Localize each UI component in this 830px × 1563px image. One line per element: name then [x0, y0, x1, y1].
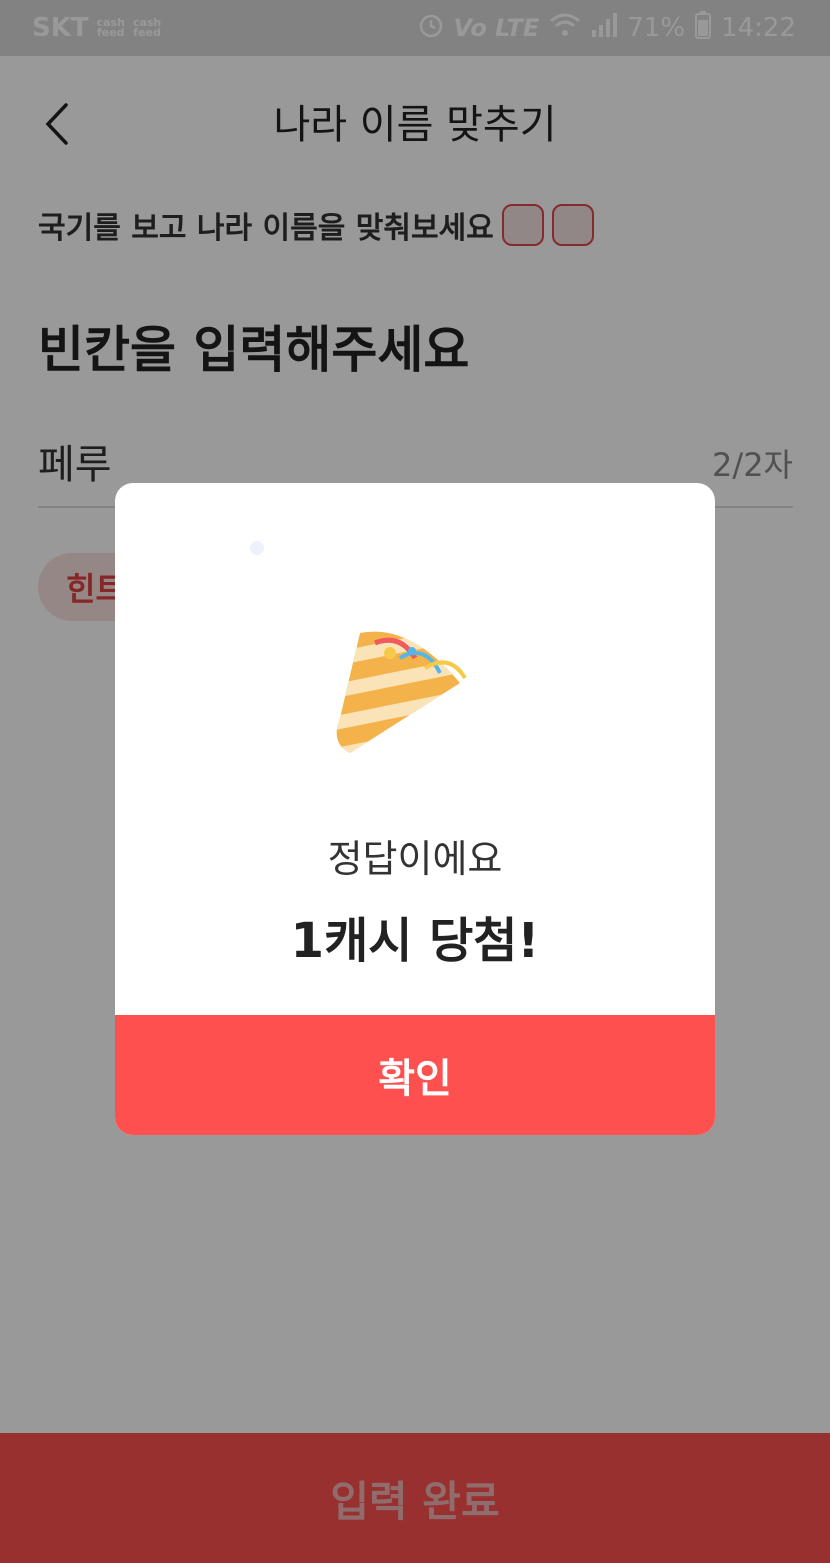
modal-title: 1캐시 당첨!: [290, 913, 540, 969]
confirm-label: 확인: [378, 1056, 452, 1102]
modal-subtitle: 정답이에요: [327, 837, 503, 881]
confirm-button[interactable]: 확인: [115, 1015, 715, 1135]
result-modal: 정답이에요 1캐시 당첨! 확인: [115, 483, 715, 1135]
decorative-dot: [250, 541, 264, 555]
party-popper-icon: [330, 623, 480, 763]
